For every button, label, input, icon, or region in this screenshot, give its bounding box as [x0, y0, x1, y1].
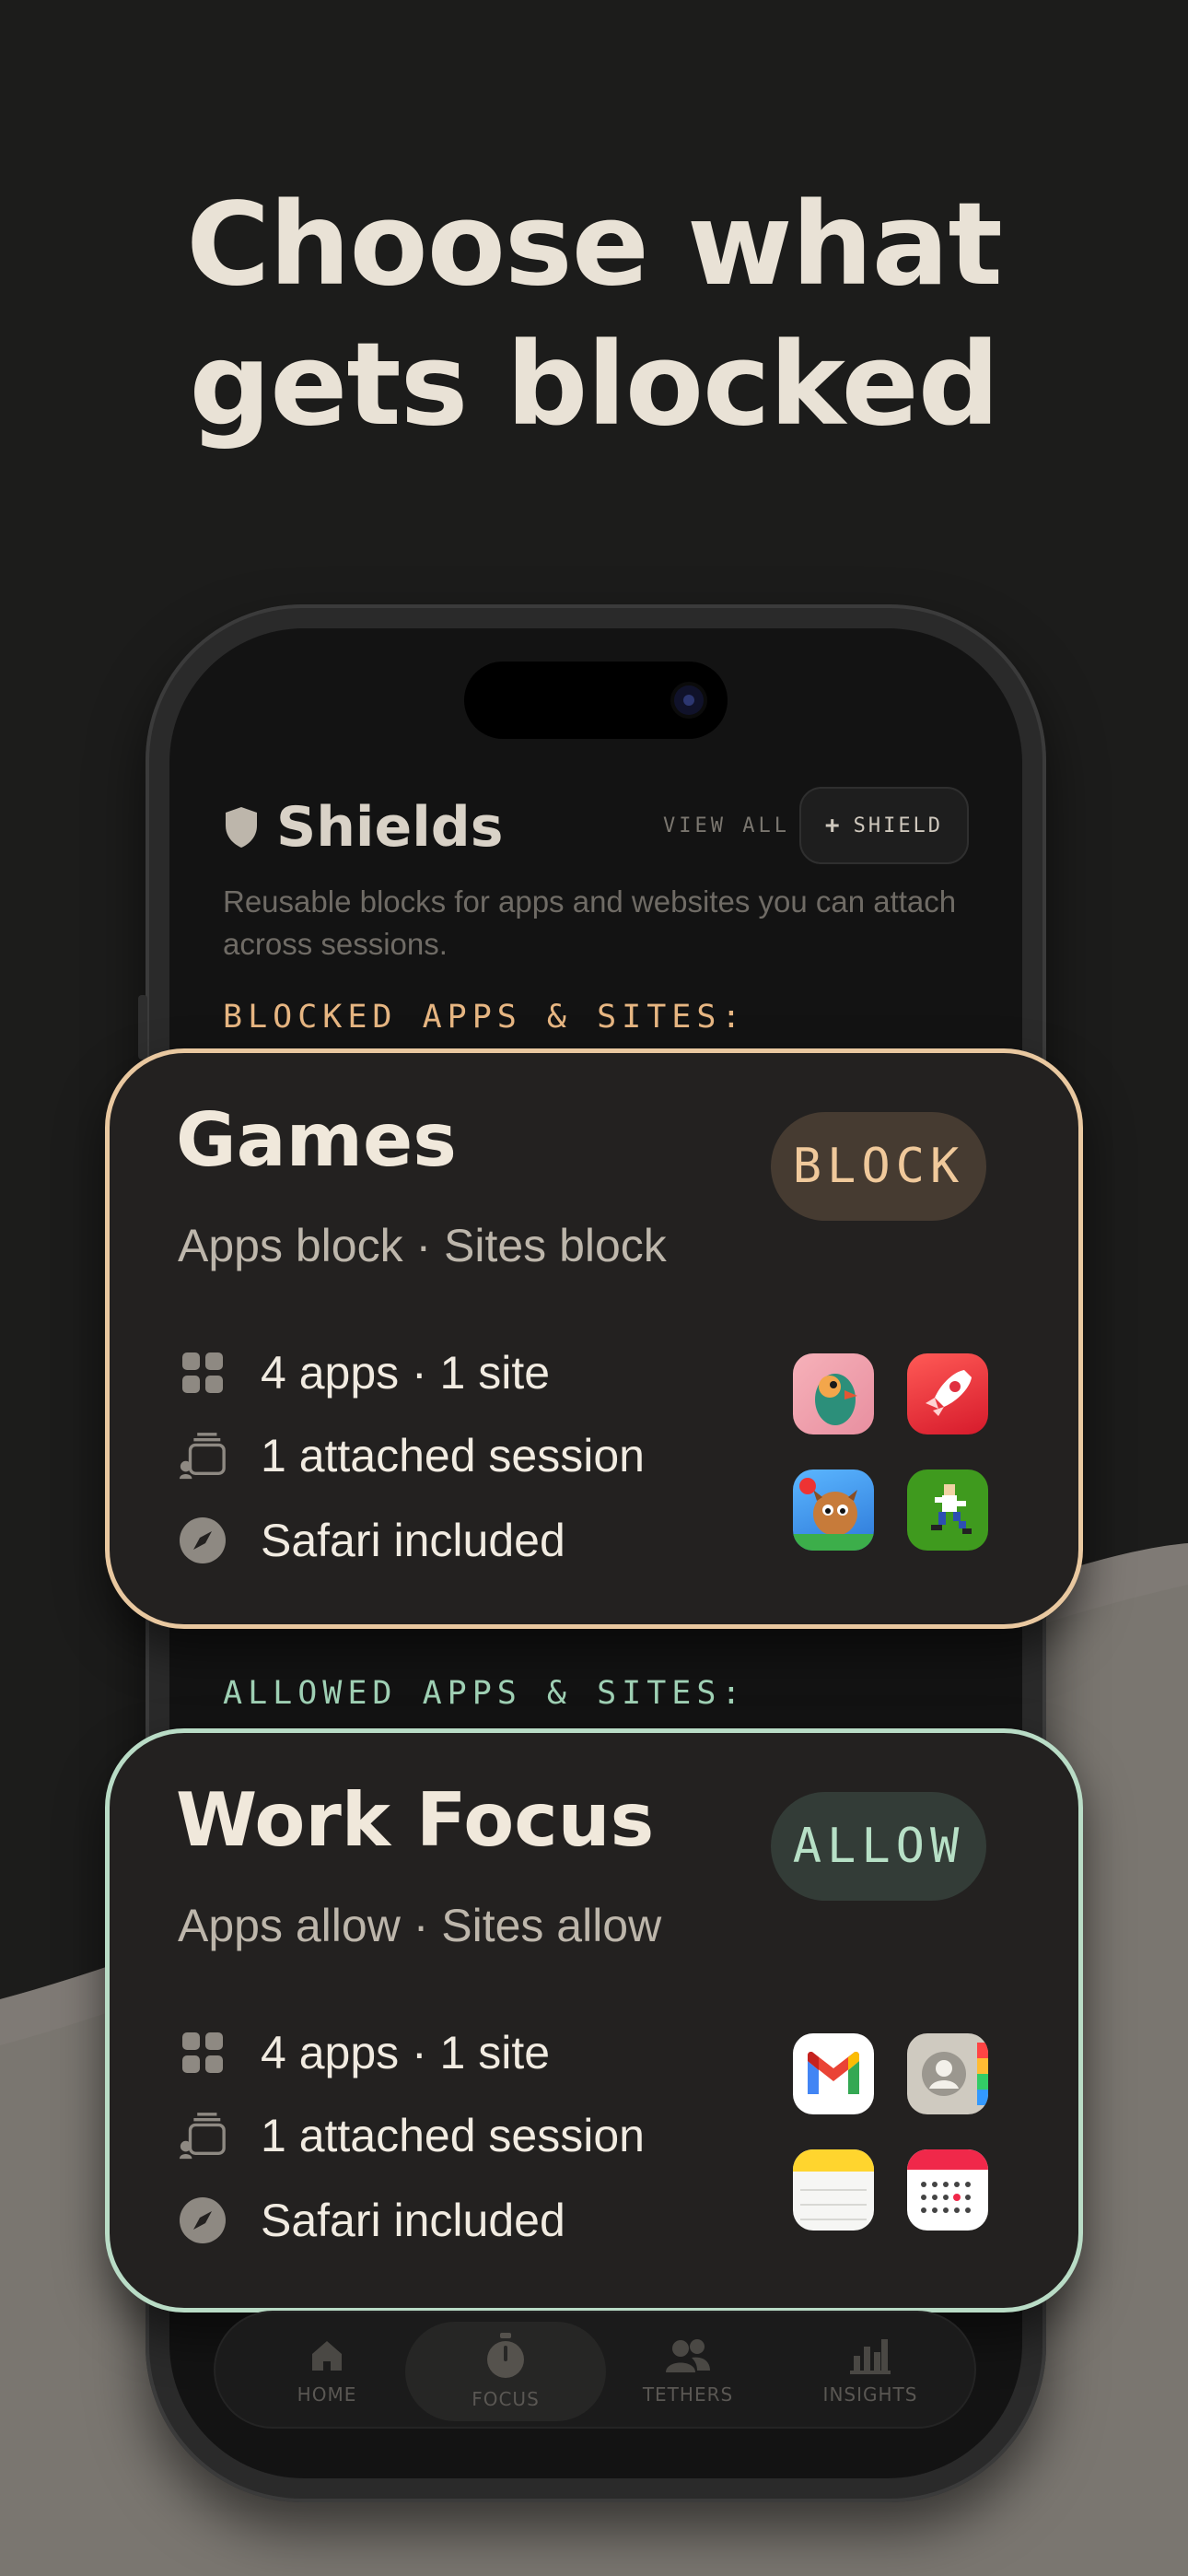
plus-icon: +: [824, 812, 843, 839]
shields-title-text: Shields: [276, 795, 504, 860]
sessions-text: 1 attached session: [261, 2110, 645, 2161]
sessions-text: 1 attached session: [261, 1430, 645, 1481]
dynamic-island: [464, 662, 728, 739]
safari-text: Safari included: [261, 1515, 565, 1566]
shields-subtitle: Reusable blocks for apps and websites yo…: [223, 884, 957, 961]
apps-count-row: 4 apps · 1 site: [178, 1346, 550, 1399]
contacts-icon: [907, 2033, 988, 2114]
pixel-runner-game-icon: [907, 1469, 988, 1551]
tab-label: TETHERS: [642, 2383, 734, 2406]
phone-side-button: [138, 995, 147, 1060]
rocket-game-icon: [907, 1353, 988, 1434]
card-subtitle: Apps allow · Sites allow: [178, 1900, 662, 1951]
card-title: Work Focus: [176, 1777, 655, 1863]
block-pill-button[interactable]: BLOCK: [771, 1112, 986, 1221]
tab-label: INSIGHTS: [822, 2383, 918, 2406]
apps-count-row: 4 apps · 1 site: [178, 2026, 550, 2079]
bar-chart-icon: [850, 2339, 891, 2374]
notes-icon: [793, 2149, 874, 2231]
compass-icon: [178, 2195, 227, 2245]
headline-line-1: Choose what: [186, 179, 1003, 311]
app-icon-grid: [793, 1353, 988, 1551]
shield-card-work-focus[interactable]: Work Focus ALLOW Apps allow · Sites allo…: [105, 1728, 1083, 2313]
safari-row: Safari included: [178, 2194, 565, 2247]
sessions-row: 1 attached session: [178, 1429, 645, 1482]
safari-text: Safari included: [261, 2195, 565, 2246]
tab-bar: HOME FOCUS TETHERS INSIGHTS: [214, 2311, 976, 2429]
headline-line-2: gets blocked: [189, 319, 999, 451]
shield-icon: [226, 807, 257, 848]
sessions-row: 1 attached session: [178, 2109, 645, 2162]
tab-insights[interactable]: INSIGHTS: [792, 2322, 949, 2421]
view-all-link[interactable]: VIEW ALL: [663, 814, 790, 837]
people-icon: [666, 2339, 710, 2372]
allowed-section-label: ALLOWED APPS & SITES:: [223, 1675, 747, 1712]
safari-row: Safari included: [178, 1514, 565, 1567]
tower-defense-game-icon: [793, 1469, 874, 1551]
headline: Choose what gets blocked: [0, 175, 1188, 455]
grid-icon: [178, 2028, 227, 2078]
app-icon-grid: [793, 2033, 988, 2231]
allow-pill-button[interactable]: ALLOW: [771, 1792, 986, 1901]
grid-icon: [178, 1348, 227, 1398]
add-shield-label: SHIELD: [853, 814, 944, 837]
shields-title: Shields: [223, 794, 503, 861]
card-subtitle: Apps block · Sites block: [178, 1220, 667, 1271]
camera-icon: [674, 685, 704, 715]
shield-card-games[interactable]: Games BLOCK Apps block · Sites block 4 a…: [105, 1048, 1083, 1629]
session-stack-icon: [178, 2111, 227, 2160]
home-icon: [312, 2341, 342, 2371]
tab-label: HOME: [297, 2383, 357, 2406]
apps-count-text: 4 apps · 1 site: [261, 2027, 551, 2078]
tab-label: FOCUS: [472, 2388, 540, 2410]
game-app-icon-1: [793, 1353, 874, 1434]
calendar-icon: [907, 2149, 988, 2231]
stopwatch-icon: [487, 2333, 524, 2378]
blocked-section-label: BLOCKED APPS & SITES:: [223, 999, 747, 1036]
session-stack-icon: [178, 1431, 227, 1481]
gmail-icon: [793, 2033, 874, 2114]
compass-icon: [178, 1516, 227, 1565]
tab-tethers[interactable]: TETHERS: [610, 2322, 766, 2421]
apps-count-text: 4 apps · 1 site: [261, 1347, 551, 1399]
add-shield-button[interactable]: + SHIELD: [799, 787, 969, 864]
card-title: Games: [176, 1097, 457, 1183]
tab-home[interactable]: HOME: [249, 2322, 405, 2421]
tab-focus[interactable]: FOCUS: [405, 2322, 606, 2421]
